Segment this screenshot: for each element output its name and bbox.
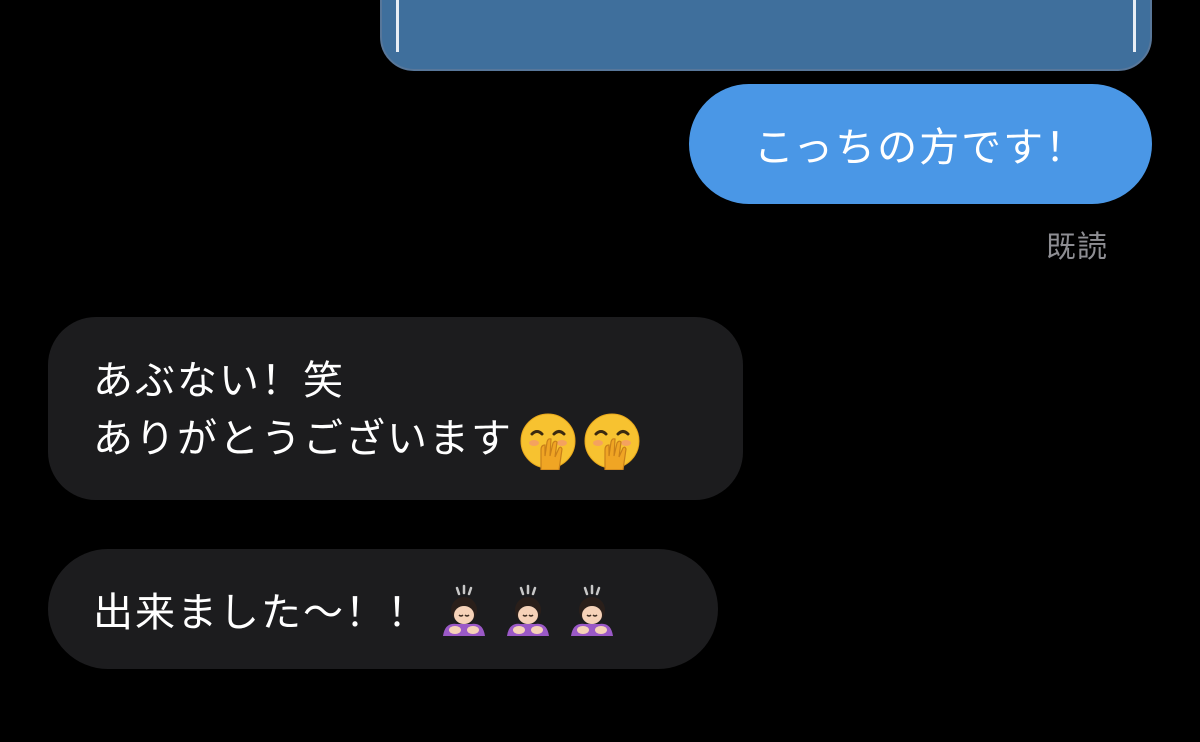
incoming-message-text: 出来ました〜！！ bbox=[93, 590, 429, 636]
hand-over-mouth-icon bbox=[583, 412, 641, 470]
attachment-edge bbox=[396, 0, 399, 52]
incoming-message-bubble[interactable]: 出来ました〜！！ bbox=[48, 549, 718, 669]
incoming-message-line-with-emoji: ありがとうございます bbox=[93, 410, 743, 470]
hand-over-mouth-icon bbox=[519, 412, 577, 470]
bowing-woman-icon bbox=[499, 580, 557, 638]
bowing-woman-icon bbox=[435, 580, 493, 638]
attachment-edge bbox=[1133, 0, 1136, 52]
outgoing-message-text: こっちの方です！ bbox=[753, 125, 1088, 171]
incoming-message-bubble[interactable]: あぶない！笑 ありがとうございます bbox=[48, 317, 743, 500]
incoming-message-line-text: ありがとうございます bbox=[93, 416, 513, 462]
outgoing-message-bubble[interactable]: こっちの方です！ bbox=[689, 84, 1152, 204]
incoming-message-line: あぶない！笑 bbox=[93, 358, 345, 404]
bowing-woman-icon bbox=[563, 580, 621, 638]
read-receipt: 既読 bbox=[1046, 230, 1108, 265]
attachment-bubble[interactable] bbox=[380, 0, 1152, 71]
